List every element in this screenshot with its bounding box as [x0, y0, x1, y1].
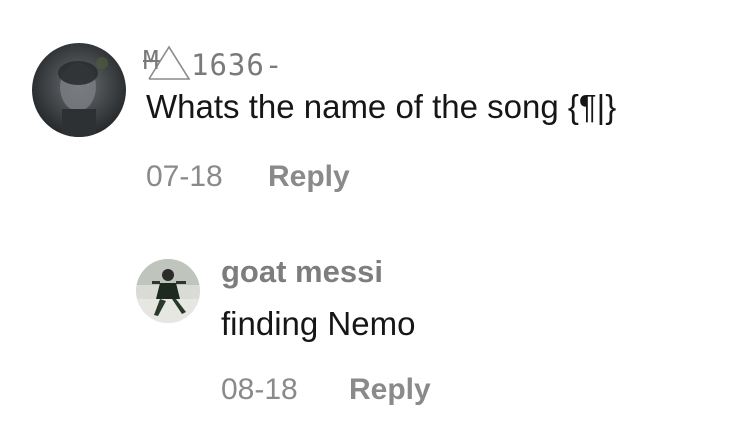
- reply-date: 08-18: [221, 373, 298, 406]
- reply-meta: 08-18 Reply: [221, 373, 431, 407]
- username-logo: M: [143, 45, 191, 81]
- comment-username[interactable]: M 1636-: [143, 45, 283, 82]
- reply-button[interactable]: Reply: [268, 160, 350, 194]
- comment-date: 07-18: [146, 160, 223, 193]
- comment-text: Whats the name of the song {¶|}: [146, 88, 617, 125]
- comment-meta: 07-18 Reply: [146, 160, 350, 194]
- avatar[interactable]: [32, 43, 126, 137]
- avatar[interactable]: [136, 259, 200, 323]
- reply-username[interactable]: goat messi: [221, 254, 383, 290]
- reply-text: finding Nemo: [221, 305, 416, 342]
- username-text: 1636-: [191, 48, 284, 82]
- reply-button[interactable]: Reply: [349, 373, 431, 407]
